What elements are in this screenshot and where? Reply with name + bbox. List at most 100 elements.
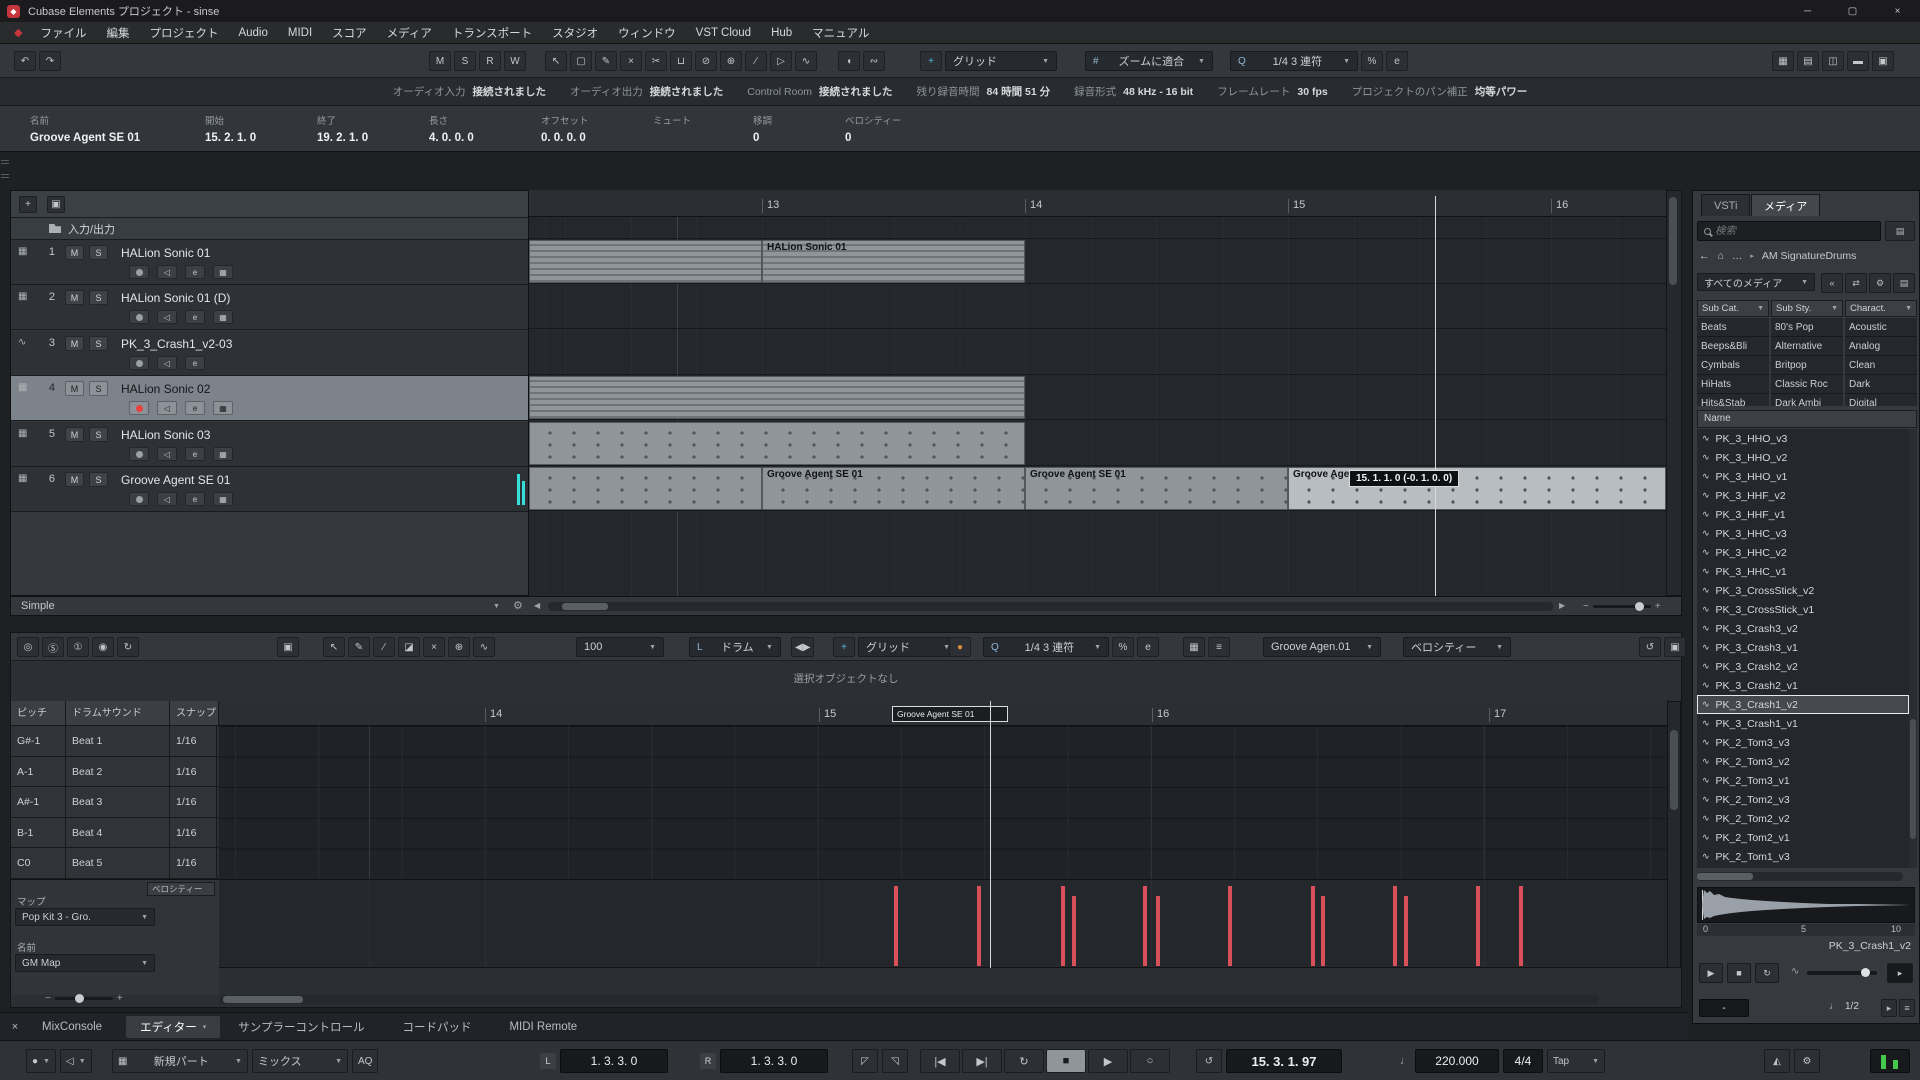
media-scope-dropdown[interactable]: すべてのメディア ▼ <box>1697 273 1815 291</box>
arrangement-part[interactable] <box>529 376 1025 419</box>
record-enable-button[interactable] <box>129 492 149 506</box>
filter-value[interactable]: Analog <box>1845 337 1917 356</box>
snap-icon[interactable]: + <box>833 637 855 657</box>
monitor-button[interactable]: ◁ <box>157 265 177 279</box>
drum-sound-row[interactable]: C0 Beat 5 1/16 <box>11 848 219 879</box>
track-mute-button[interactable]: M <box>65 290 84 305</box>
preview-option-button[interactable]: ▸ <box>1881 999 1897 1017</box>
tool-button[interactable]: ▷ <box>770 51 792 71</box>
zoom-in-icon[interactable]: + <box>1655 601 1661 612</box>
position-display[interactable]: 15. 3. 1. 97 <box>1226 1049 1342 1073</box>
track-solo-button[interactable]: S <box>89 381 108 396</box>
media-toolbar-button[interactable]: ▤ <box>1893 273 1915 293</box>
info-field[interactable]: 開始 15. 2. 1. 0 <box>205 106 317 151</box>
media-preview-waveform[interactable] <box>1697 887 1915 923</box>
go-to-next-marker-button[interactable]: ▶| <box>962 1049 1002 1073</box>
tool-button[interactable]: ↖ <box>323 637 345 657</box>
track-row[interactable]: ∿ 3 M S PK_3_Crash1_v2-03 ◁ e ▦ <box>11 331 528 376</box>
stop-button[interactable]: ■ <box>1046 1049 1086 1073</box>
quantize-panel-button[interactable]: e <box>1386 51 1408 71</box>
menu-item[interactable]: ファイル <box>30 25 96 41</box>
track-name[interactable]: Groove Agent SE 01 <box>121 473 230 487</box>
close-lower-zone-icon[interactable]: × <box>6 1018 24 1036</box>
back-icon[interactable]: ← <box>1699 250 1710 262</box>
undo-button[interactable]: ↶ <box>14 51 36 71</box>
monitor-mode-dropdown[interactable]: ◁ ▼ <box>60 1049 92 1073</box>
project-playhead[interactable] <box>1435 196 1436 596</box>
scrollbar-thumb[interactable] <box>1669 197 1677 285</box>
drum-map-dropdown[interactable]: Pop Kit 3 - Gro. ▼ <box>15 908 155 926</box>
record-enable-button[interactable] <box>129 310 149 324</box>
zoom-slider[interactable] <box>55 997 113 1000</box>
media-list-item[interactable]: ∿ PK_3_HHC_v1 <box>1697 562 1909 581</box>
drum-sound-row[interactable]: A-1 Beat 2 1/16 <box>11 757 219 788</box>
arrange-area[interactable]: HALion Sonic 01 Groove Agent SE 01 Groov… <box>529 217 1666 596</box>
filter-value[interactable]: Beeps&Bli <box>1697 337 1769 356</box>
filter-column-header[interactable]: Charact. ▼ <box>1845 300 1917 317</box>
velocity-bar[interactable] <box>1393 886 1397 966</box>
track-solo-button[interactable]: S <box>89 336 108 351</box>
filter-value[interactable]: Britpop <box>1771 356 1843 375</box>
toolbar-extra-button[interactable]: ◖ <box>838 51 860 71</box>
quantize-panel-button[interactable]: e <box>1137 637 1159 657</box>
edit-channel-button[interactable]: e <box>185 492 205 506</box>
status-item[interactable]: 録音形式 48 kHz - 16 bit <box>1074 84 1193 99</box>
monitor-button[interactable]: ◁ <box>157 310 177 324</box>
media-list-item[interactable]: ∿ PK_2_Tom3_v2 <box>1697 752 1909 771</box>
edit-channel-button[interactable]: e <box>185 447 205 461</box>
zoom-slider-knob[interactable] <box>75 994 84 1003</box>
velocity-bar[interactable] <box>1321 896 1325 966</box>
velocity-bar[interactable] <box>1072 896 1076 966</box>
velocity-bar[interactable] <box>977 886 981 966</box>
menu-item[interactable]: トランスポート <box>442 25 542 41</box>
info-field[interactable]: オフセット 0. 0. 0. 0 <box>541 106 653 151</box>
instrument-button[interactable]: ▦ <box>213 310 233 324</box>
filter-value[interactable]: 80's Pop <box>1771 318 1843 337</box>
instrument-button[interactable]: ▦ <box>213 447 233 461</box>
velocity-bar[interactable] <box>1143 886 1147 966</box>
maximize-button[interactable]: ▢ <box>1830 0 1875 22</box>
filter-value[interactable]: Classic Roc <box>1771 375 1843 394</box>
filter-column-header[interactable]: Sub Cat. ▼ <box>1697 300 1769 317</box>
menu-item[interactable]: Hub <box>761 27 802 39</box>
lower-zone-tab[interactable]: サンプラーコントロール <box>224 1016 384 1038</box>
instrument-button[interactable]: ▦ <box>213 401 233 415</box>
zoom-slider-knob[interactable] <box>1635 602 1644 611</box>
preview-volume-slider[interactable] <box>1807 971 1877 975</box>
drum-sound-row[interactable]: G#-1 Beat 1 1/16 <box>11 726 219 757</box>
metronome-button[interactable]: ◭ <box>1764 1049 1790 1073</box>
tool-button[interactable]: ⊕ <box>448 637 470 657</box>
track-name[interactable]: PK_3_Crash1_v2-03 <box>121 337 232 351</box>
velocity-bar[interactable] <box>1311 886 1315 966</box>
minimize-button[interactable]: ─ <box>1785 0 1830 22</box>
menu-item[interactable]: VST Cloud <box>686 27 761 39</box>
record-enable-button[interactable] <box>129 356 149 370</box>
window-zone-button[interactable]: ▤ <box>1797 51 1819 71</box>
filter-value[interactable]: Acoustic <box>1845 318 1917 337</box>
info-field[interactable]: 名前 Groove Agent SE 01 <box>30 106 205 151</box>
instrument-button[interactable]: ▦ <box>213 265 233 279</box>
tool-button[interactable]: ▢ <box>570 51 592 71</box>
track-mute-button[interactable]: M <box>65 336 84 351</box>
preview-option-button[interactable]: ≡ <box>1899 999 1915 1017</box>
window-zone-button[interactable]: ▣ <box>1872 51 1894 71</box>
info-field[interactable]: ミュート <box>653 106 753 151</box>
grid-type-dropdown[interactable]: グリッド ▼ <box>858 637 958 657</box>
editor-option-button[interactable]: ① <box>67 637 89 657</box>
automation-button[interactable]: W <box>504 51 526 71</box>
track-preset-label[interactable]: Simple <box>21 600 55 612</box>
event-color-button[interactable]: ● <box>949 637 971 657</box>
tool-button[interactable]: ◪ <box>398 637 420 657</box>
nudge-dropdown[interactable]: 100 ▼ <box>576 637 664 657</box>
camera-icon[interactable]: ▣ <box>277 637 299 657</box>
tool-button[interactable]: ✂ <box>645 51 667 71</box>
track-row[interactable]: ▦ 1 M S HALion Sonic 01 ◁ e ▦ <box>11 240 528 285</box>
record-mode-dropdown[interactable]: ● ▼ <box>26 1049 56 1073</box>
scrollbar-thumb[interactable] <box>223 996 303 1003</box>
status-item[interactable]: オーディオ入力 接続されました <box>393 84 546 99</box>
tool-button[interactable]: ∿ <box>473 637 495 657</box>
track-solo-button[interactable]: S <box>89 290 108 305</box>
media-toolbar-button[interactable]: « <box>1821 273 1843 293</box>
monitor-button[interactable]: ◁ <box>157 447 177 461</box>
menu-item[interactable]: メディア <box>377 25 442 41</box>
